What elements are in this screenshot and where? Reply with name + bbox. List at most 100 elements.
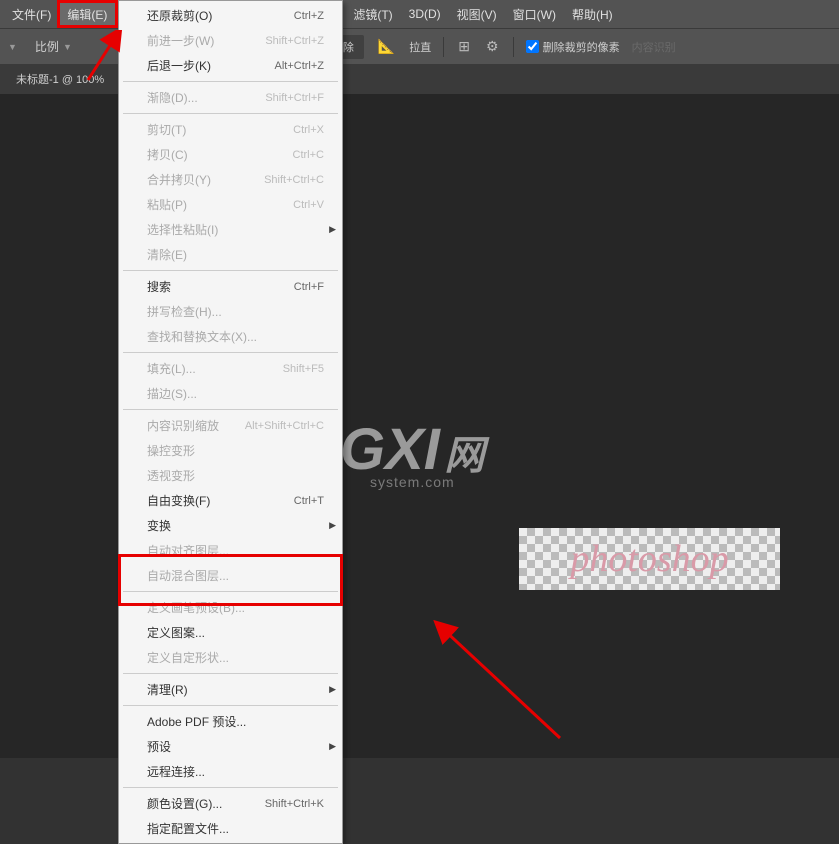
menu-item-label: 自由变换(F)	[147, 492, 210, 509]
watermark-logo: GXI	[340, 417, 440, 482]
ratio-dropdown[interactable]: 比例 ▼	[29, 35, 78, 58]
menu-item[interactable]: 搜索 Ctrl+F	[119, 274, 342, 299]
menu-file[interactable]: 文件(F)	[4, 2, 59, 27]
menu-item[interactable]: 指定配置文件...	[119, 816, 342, 841]
menu-item-label: 变换	[147, 517, 171, 534]
menu-item: 填充(L)... Shift+F5	[119, 356, 342, 381]
menu-shortcut: Ctrl+X	[293, 124, 324, 136]
menu-shortcut: Ctrl+F	[294, 281, 324, 293]
grid-icon[interactable]: ⊞	[456, 36, 472, 57]
submenu-arrow-icon: ▶	[329, 741, 336, 752]
menu-item-label: 后退一步(K)	[147, 57, 211, 74]
menu-shortcut: Shift+F5	[283, 363, 324, 375]
menu-item: 自动混合图层...	[119, 563, 342, 588]
straighten-label: 拉直	[409, 39, 431, 55]
watermark: GXI 网 system.com	[340, 430, 484, 490]
menu-item-label: 描边(S)...	[147, 385, 197, 402]
menu-item[interactable]: 自由变换(F)Ctrl+T	[119, 488, 342, 513]
separator	[513, 37, 514, 57]
menu-item[interactable]: 远程连接...	[119, 759, 342, 784]
menu-shortcut: Alt+Ctrl+Z	[274, 60, 324, 72]
menu-item-label: 渐隐(D)...	[147, 89, 198, 106]
menu-item[interactable]: 颜色设置(G)...Shift+Ctrl+K	[119, 791, 342, 816]
menu-item-label: 清除(E)	[147, 246, 187, 263]
edit-dropdown-menu: 还原裁剪(O) Ctrl+Z 前进一步(W) Shift+Ctrl+Z 后退一步(K) A…	[118, 0, 343, 844]
document-tab[interactable]: 未标题-1 @ 100%	[6, 65, 114, 93]
chevron-down-icon: ▼	[63, 42, 72, 52]
menu-item: 内容识别缩放Alt+Shift+Ctrl+C	[119, 413, 342, 438]
menu-shortcut: Shift+Ctrl+F	[265, 92, 324, 104]
menu-item[interactable]: 定义图案...	[119, 620, 342, 645]
menu-item[interactable]: 还原裁剪(O) Ctrl+Z	[119, 3, 342, 28]
menu-shortcut: Shift+Ctrl+C	[264, 174, 324, 186]
menu-separator	[123, 81, 338, 82]
menu-item-label: 选择性粘贴(I)	[147, 221, 218, 238]
menu-separator	[123, 352, 338, 353]
canvas-image: photoshop	[519, 528, 780, 590]
menu-item: 拷贝(C) Ctrl+C	[119, 142, 342, 167]
menu-separator	[123, 409, 338, 410]
delete-crop-checkbox[interactable]: 删除裁剪的像素	[526, 39, 620, 55]
menu-edit[interactable]: 编辑(E)	[59, 2, 115, 27]
menu-item: 查找和替换文本(X)...	[119, 324, 342, 349]
menu-item-label: 操控变形	[147, 442, 195, 459]
delete-crop-label: 删除裁剪的像素	[543, 39, 620, 55]
menu-filter[interactable]: 滤镜(T)	[345, 2, 400, 27]
menu-item: 渐隐(D)... Shift+Ctrl+F	[119, 85, 342, 110]
menu-help[interactable]: 帮助(H)	[564, 2, 621, 27]
separator	[443, 37, 444, 57]
menu-view[interactable]: 视图(V)	[449, 2, 505, 27]
menu-item-label: 拷贝(C)	[147, 146, 188, 163]
submenu-arrow-icon: ▶	[329, 684, 336, 695]
menu-item[interactable]: 后退一步(K) Alt+Ctrl+Z	[119, 53, 342, 78]
delete-crop-input[interactable]	[526, 40, 539, 53]
menu-item-label: 自动混合图层...	[147, 567, 229, 584]
menu-item: 定义自定形状...	[119, 645, 342, 670]
menu-item-label: 还原裁剪(O)	[147, 7, 212, 24]
menu-item: 操控变形	[119, 438, 342, 463]
menu-item-label: 查找和替换文本(X)...	[147, 328, 257, 345]
menu-item: 自动对齐图层...	[119, 538, 342, 563]
menu-separator	[123, 270, 338, 271]
menu-shortcut: Ctrl+C	[293, 149, 324, 161]
menu-item-label: 定义图案...	[147, 624, 205, 641]
chevron-down-icon[interactable]: ▼	[8, 42, 17, 52]
menu-shortcut: Ctrl+Z	[294, 10, 324, 22]
menu-item: 合并拷贝(Y) Shift+Ctrl+C	[119, 167, 342, 192]
menu-item-label: 填充(L)...	[147, 360, 196, 377]
gear-icon[interactable]: ⚙	[484, 36, 501, 57]
menu-item[interactable]: 预设 ▶	[119, 734, 342, 759]
menu-item-label: 前进一步(W)	[147, 32, 214, 49]
menu-item[interactable]: 变换 ▶	[119, 513, 342, 538]
menu-item-label: 搜索	[147, 278, 171, 295]
menu-separator	[123, 705, 338, 706]
content-aware-label: 内容识别	[632, 39, 676, 55]
menu-separator	[123, 591, 338, 592]
menu-window[interactable]: 窗口(W)	[505, 2, 564, 27]
menu-item-label: 粘贴(P)	[147, 196, 187, 213]
menu-item: 定义画笔预设(B)...	[119, 595, 342, 620]
menu-item-label: 合并拷贝(Y)	[147, 171, 211, 188]
menu-item-label: 定义画笔预设(B)...	[147, 599, 245, 616]
menu-item[interactable]: Adobe PDF 预设...	[119, 709, 342, 734]
menu-item-label: 远程连接...	[147, 763, 205, 780]
menu-shortcut: Shift+Ctrl+K	[265, 798, 324, 810]
menu-item: 透视变形	[119, 463, 342, 488]
submenu-arrow-icon: ▶	[329, 520, 336, 531]
canvas-text: photoshop	[570, 537, 728, 581]
watermark-suffix: 网	[444, 434, 484, 478]
menu-3d[interactable]: 3D(D)	[401, 3, 449, 25]
menu-shortcut: Alt+Shift+Ctrl+C	[245, 420, 324, 432]
ratio-label: 比例	[35, 38, 59, 55]
menu-shortcut: Ctrl+V	[293, 199, 324, 211]
menu-item[interactable]: 清理(R) ▶	[119, 677, 342, 702]
menu-item: 描边(S)...	[119, 381, 342, 406]
menu-item-label: 透视变形	[147, 467, 195, 484]
menu-item-label: 预设	[147, 738, 171, 755]
menu-item-label: 定义自定形状...	[147, 649, 229, 666]
menu-item-label: Adobe PDF 预设...	[147, 713, 246, 730]
straighten-icon[interactable]: 📐	[376, 36, 397, 57]
menu-item-label: 自动对齐图层...	[147, 542, 229, 559]
menu-shortcut: Shift+Ctrl+Z	[265, 35, 324, 47]
menu-item-label: 清理(R)	[147, 681, 188, 698]
